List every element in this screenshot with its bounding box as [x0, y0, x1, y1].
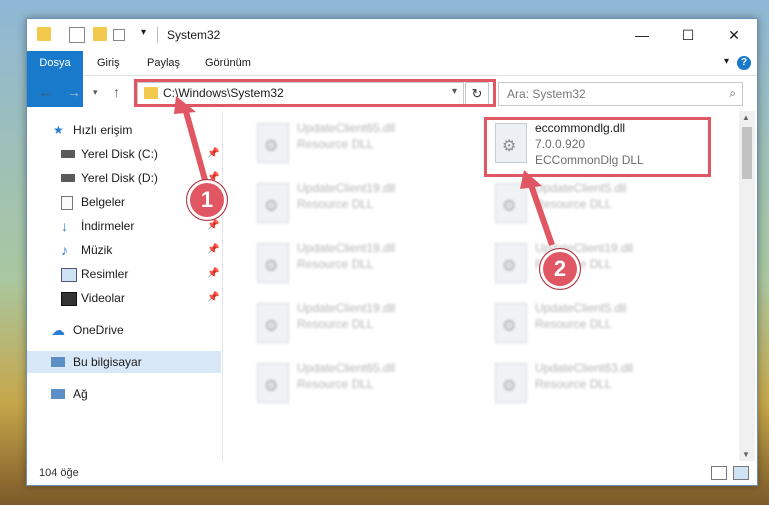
- arrow-1-head: [174, 96, 196, 114]
- step-badge-1: 1: [186, 179, 228, 221]
- arrow-2-head: [520, 170, 542, 189]
- annotation-arrows: [174, 96, 555, 246]
- step-badge-2: 2: [539, 248, 581, 290]
- arrow-2-line: [527, 181, 555, 246]
- arrow-1-line: [182, 107, 208, 181]
